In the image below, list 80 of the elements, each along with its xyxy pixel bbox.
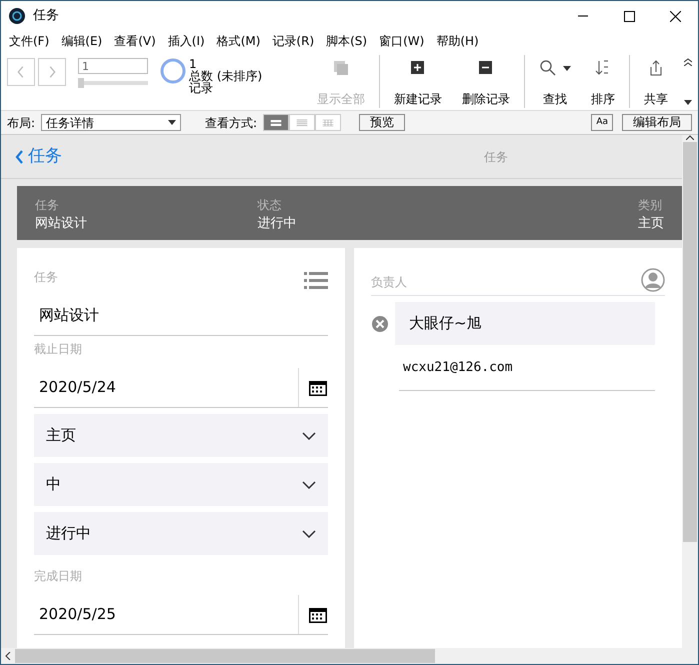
pie-chart-icon <box>160 58 186 84</box>
menu-item[interactable]: 帮助(H) <box>430 32 485 50</box>
input-field[interactable]: 2020/5/24 <box>34 368 328 408</box>
maximize-icon <box>624 10 634 22</box>
remove-icon[interactable] <box>371 314 389 332</box>
field-label: 完成日期 <box>34 568 82 585</box>
caret-icon <box>563 66 571 70</box>
app-icon <box>9 8 25 24</box>
record-number-field[interactable]: 1 <box>78 58 148 74</box>
found-count: 1 <box>189 58 197 70</box>
previous-record-button[interactable] <box>7 58 35 86</box>
view-toggle[interactable] <box>263 114 290 131</box>
total-label: 总数 (未排序) <box>189 70 262 82</box>
font-button[interactable]: Aa <box>591 114 613 131</box>
summary-label: 状态 <box>258 197 283 214</box>
chevron-down-icon <box>302 432 316 440</box>
vertical-scrollbar[interactable] <box>682 135 698 648</box>
field-label: 截止日期 <box>34 341 82 358</box>
summary-value: 进行中 <box>258 215 297 233</box>
slider-thumb[interactable] <box>78 78 84 88</box>
summary-value: 主页 <box>638 215 664 233</box>
plus-icon <box>409 59 427 77</box>
calendar-icon[interactable] <box>308 378 328 396</box>
summary-label: 类别 <box>638 197 664 214</box>
layout-label: 布局: <box>7 114 36 132</box>
field-label: 任务 <box>34 269 58 286</box>
edit-layout-button[interactable]: 编辑布局 <box>622 114 692 131</box>
menu-item[interactable]: 编辑(E) <box>55 32 108 50</box>
records-label: 记录 <box>189 82 214 94</box>
summary-value: 网站设计 <box>35 215 87 233</box>
menu-item[interactable]: 记录(R) <box>266 32 320 50</box>
toolbar-button[interactable]: 查找 <box>535 55 575 108</box>
email-field[interactable]: wcxu21@126.com <box>399 345 655 391</box>
minus-icon <box>477 59 495 77</box>
collapse-icon <box>684 58 692 66</box>
toolbar-button[interactable]: 新建记录 <box>390 55 446 108</box>
chevron-down-icon <box>302 480 316 488</box>
scroll-thumb[interactable] <box>15 649 435 663</box>
field-label: 负责人 <box>371 274 407 291</box>
table-view-icon <box>322 118 334 128</box>
menu-item[interactable]: 脚本(S) <box>320 32 374 50</box>
toolbar-button[interactable]: 删除记录 <box>458 55 514 108</box>
page-title: 任务 <box>484 148 508 166</box>
slider-track[interactable] <box>84 81 148 85</box>
name-field[interactable]: 大眼仔~旭 <box>395 302 655 345</box>
toolbar-button[interactable]: 排序 <box>587 55 619 108</box>
caret-icon <box>168 120 176 125</box>
list-view-icon <box>296 118 308 128</box>
menu-item[interactable]: 查看(V) <box>108 32 162 50</box>
chevron-left-icon <box>15 150 24 164</box>
chevron-down-icon <box>302 530 316 538</box>
toolbar-button[interactable]: 共享 <box>640 55 672 108</box>
horizontal-scrollbar[interactable] <box>1 648 698 664</box>
menu-item[interactable]: 插入(I) <box>162 32 211 50</box>
calendar-icon[interactable] <box>308 606 328 624</box>
form-view-icon <box>270 118 282 128</box>
show-all-icon <box>332 59 350 77</box>
menu-item[interactable]: 格式(M) <box>210 32 266 50</box>
input-field[interactable]: 2020/5/25 <box>34 595 328 635</box>
list-icon <box>304 270 328 290</box>
scroll-up-icon <box>686 135 694 140</box>
dropdown-field[interactable]: 进行中 <box>34 512 328 555</box>
person-icon <box>641 268 665 292</box>
close-icon <box>670 10 680 22</box>
menu-item[interactable]: 窗口(W) <box>373 32 430 50</box>
menu-item[interactable]: 文件(F) <box>3 32 56 50</box>
search-icon <box>539 59 557 77</box>
layout-dropdown[interactable]: 任务详情 <box>41 114 182 131</box>
view-toggle[interactable] <box>289 114 316 131</box>
view-as-label: 查看方式: <box>205 114 258 132</box>
next-record-button[interactable] <box>38 58 66 86</box>
dropdown-field[interactable]: 中 <box>34 463 328 506</box>
scroll-thumb[interactable] <box>683 142 697 542</box>
view-toggle[interactable] <box>315 114 342 131</box>
summary-label: 任务 <box>35 197 60 214</box>
dropdown-field[interactable]: 主页 <box>34 414 328 457</box>
overflow-caret-icon <box>684 100 692 105</box>
window-title: 任务 <box>33 7 59 26</box>
input-field[interactable]: 网站设计 <box>34 296 328 336</box>
preview-button[interactable]: 预览 <box>359 114 406 131</box>
